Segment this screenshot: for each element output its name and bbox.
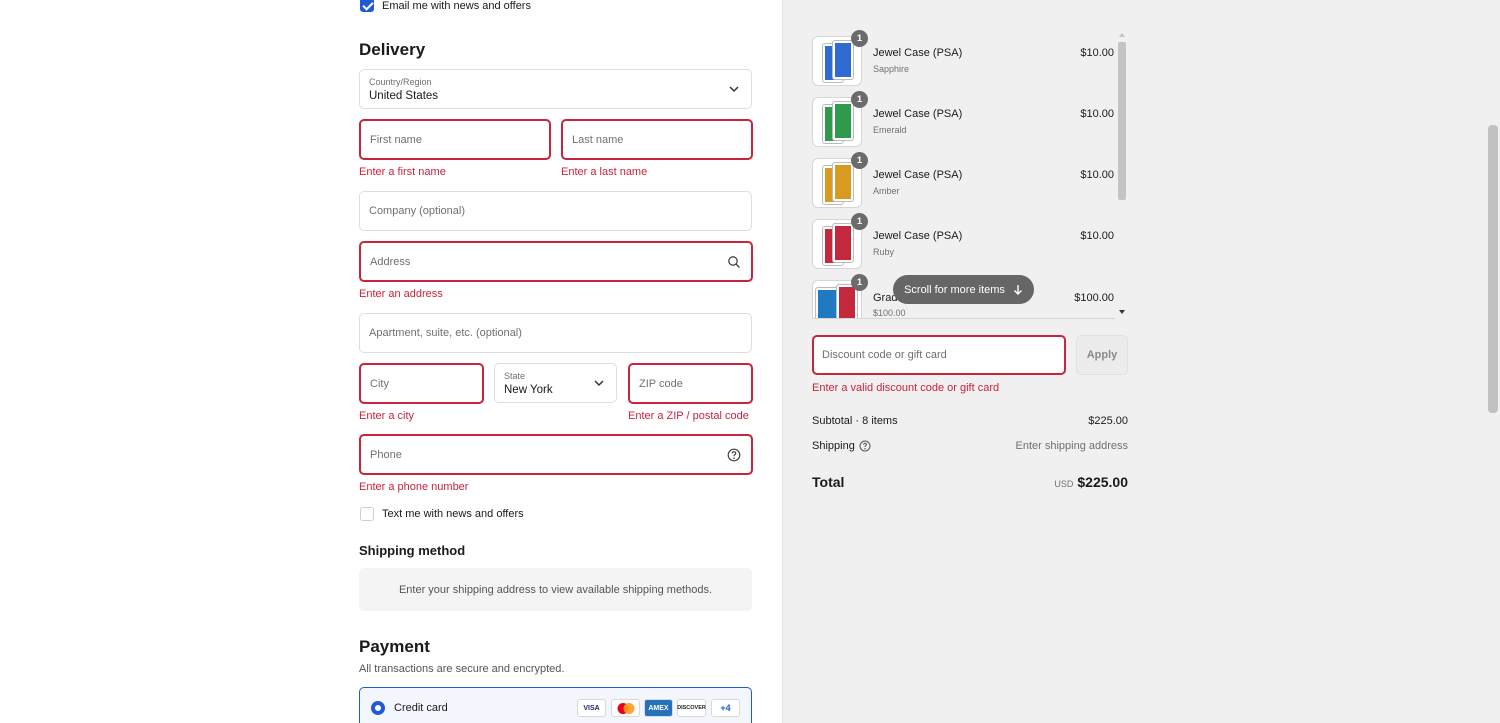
scroll-for-more-button[interactable]: Scroll for more items [893,275,1034,304]
item-price: $10.00 [1080,47,1114,59]
chevron-down-icon [594,380,604,387]
sms-optin-checkbox[interactable] [360,507,374,521]
cart-items-scroll-thumb[interactable] [1118,42,1126,200]
currency-code: USD [1054,479,1074,489]
item-name: Jewel Case (PSA) [873,108,963,120]
quantity-badge: 1 [851,213,868,230]
item-variant: Emerald [873,125,907,135]
first-name-error: Enter a first name [359,166,446,178]
company-placeholder: Company (optional) [369,205,465,217]
delivery-title: Delivery [359,40,426,59]
amex-logo-icon: AMEX [644,699,673,717]
email-optin-label: Email me with news and offers [382,0,531,12]
total-amount: USD $225.00 [1054,474,1128,490]
zip-error: Enter a ZIP / postal code [628,410,749,422]
cart-item: 1 Jewel Case (PSA) Ruby $10.00 [812,213,1128,269]
item-price: $10.00 [1080,230,1114,242]
scroll-up-arrow-icon[interactable] [1118,32,1126,38]
discover-logo-icon: DISCOVER [677,699,706,717]
last-name-field[interactable]: Last name [561,119,753,160]
subtotal-value: $225.00 [1088,415,1128,427]
checkout-form-panel: Email me with news and offers Delivery C… [0,0,782,723]
country-select[interactable]: Country/Region United States [359,69,752,109]
address-error: Enter an address [359,288,443,300]
shipping-method-title: Shipping method [359,543,466,558]
city-placeholder: City [370,377,389,390]
email-optin-checkbox[interactable] [360,0,374,12]
zip-field[interactable]: ZIP code [628,363,753,404]
item-price: $10.00 [1080,169,1114,181]
zip-placeholder: ZIP code [639,377,683,390]
quantity-badge: 1 [851,91,868,108]
city-error: Enter a city [359,410,415,422]
item-variant: Amber [873,186,900,196]
first-name-placeholder: First name [370,133,422,146]
shipping-method-box: Enter your shipping address to view avai… [359,568,752,611]
chevron-down-icon [729,86,739,93]
item-name: Jewel Case (PSA) [873,169,963,181]
shipping-label: Shipping [812,440,855,452]
more-cards-badge: +4 [711,699,740,717]
country-label: Country/Region [369,77,432,87]
quantity-badge: 1 [851,152,868,169]
state-select[interactable]: State New York [494,363,617,403]
help-icon[interactable] [859,440,871,452]
total-row: Total USD $225.00 [812,474,1128,490]
last-name-error: Enter a last name [561,166,648,178]
item-price: $10.00 [1080,108,1114,120]
cart-item: 1 Jewel Case (PSA) Sapphire $10.00 [812,30,1128,86]
apartment-placeholder: Apartment, suite, etc. (optional) [369,327,522,339]
company-field[interactable]: Company (optional) [359,191,752,231]
item-variant: Sapphire [873,64,910,74]
phone-field[interactable]: Phone [359,434,753,475]
discount-placeholder: Discount code or gift card [822,349,947,361]
last-name-placeholder: Last name [572,133,624,146]
cart-item: 1 Jewel Case (PSA) Amber $10.00 [812,152,1128,208]
discount-code-field[interactable]: Discount code or gift card [812,335,1066,375]
shipping-row: Shipping Enter shipping address [812,440,1128,452]
total-value: $225.00 [1077,474,1128,490]
address-field[interactable]: Address [359,241,753,282]
search-icon[interactable] [727,255,741,269]
apartment-field[interactable]: Apartment, suite, etc. (optional) [359,313,752,353]
subtotal-row: Subtotal · 8 items $225.00 [812,415,1128,427]
address-placeholder: Address [370,255,411,268]
phone-error: Enter a phone number [359,481,469,493]
arrow-down-icon [1013,285,1022,295]
quantity-badge: 1 [851,30,868,47]
page-scrollbar-thumb[interactable] [1488,125,1498,413]
cart-item: 1 Jewel Case (PSA) Emerald $10.00 [812,91,1128,147]
credit-card-option[interactable]: Credit card VISA AMEX DISCOVER +4 [359,687,752,723]
country-value: United States [369,90,439,102]
total-label: Total [812,474,845,490]
apply-discount-button[interactable]: Apply [1076,335,1128,375]
sms-optin-label: Text me with news and offers [382,508,524,520]
quantity-badge: 1 [851,274,868,291]
item-variant: Ruby [873,247,895,257]
state-value: New York [504,384,553,396]
payment-subtitle: All transactions are secure and encrypte… [359,663,565,675]
first-name-field[interactable]: First name [359,119,551,160]
shipping-method-message: Enter your shipping address to view avai… [398,583,713,596]
item-variant: $100.00 [873,308,906,318]
payment-title: Payment [359,637,430,656]
credit-card-radio[interactable] [371,701,385,715]
discount-error: Enter a valid discount code or gift card [812,382,1000,394]
state-label: State [504,371,526,381]
shipping-value: Enter shipping address [1015,440,1128,452]
help-icon[interactable] [727,448,741,462]
subtotal-label: Subtotal · 8 items [812,415,898,427]
phone-placeholder: Phone [370,448,402,461]
item-price: $100.00 [1074,292,1114,304]
visa-logo-icon: VISA [577,699,606,717]
scroll-down-arrow-icon[interactable] [1118,309,1126,315]
scroll-for-more-label: Scroll for more items [904,283,1005,296]
cart-items-scrollbar[interactable] [1117,32,1127,318]
item-name: Jewel Case (PSA) [873,230,963,242]
item-name: Jewel Case (PSA) [873,47,963,59]
city-field[interactable]: City [359,363,484,404]
items-divider [812,318,1115,319]
mastercard-logo-icon [611,699,640,717]
credit-card-label: Credit card [394,702,448,714]
